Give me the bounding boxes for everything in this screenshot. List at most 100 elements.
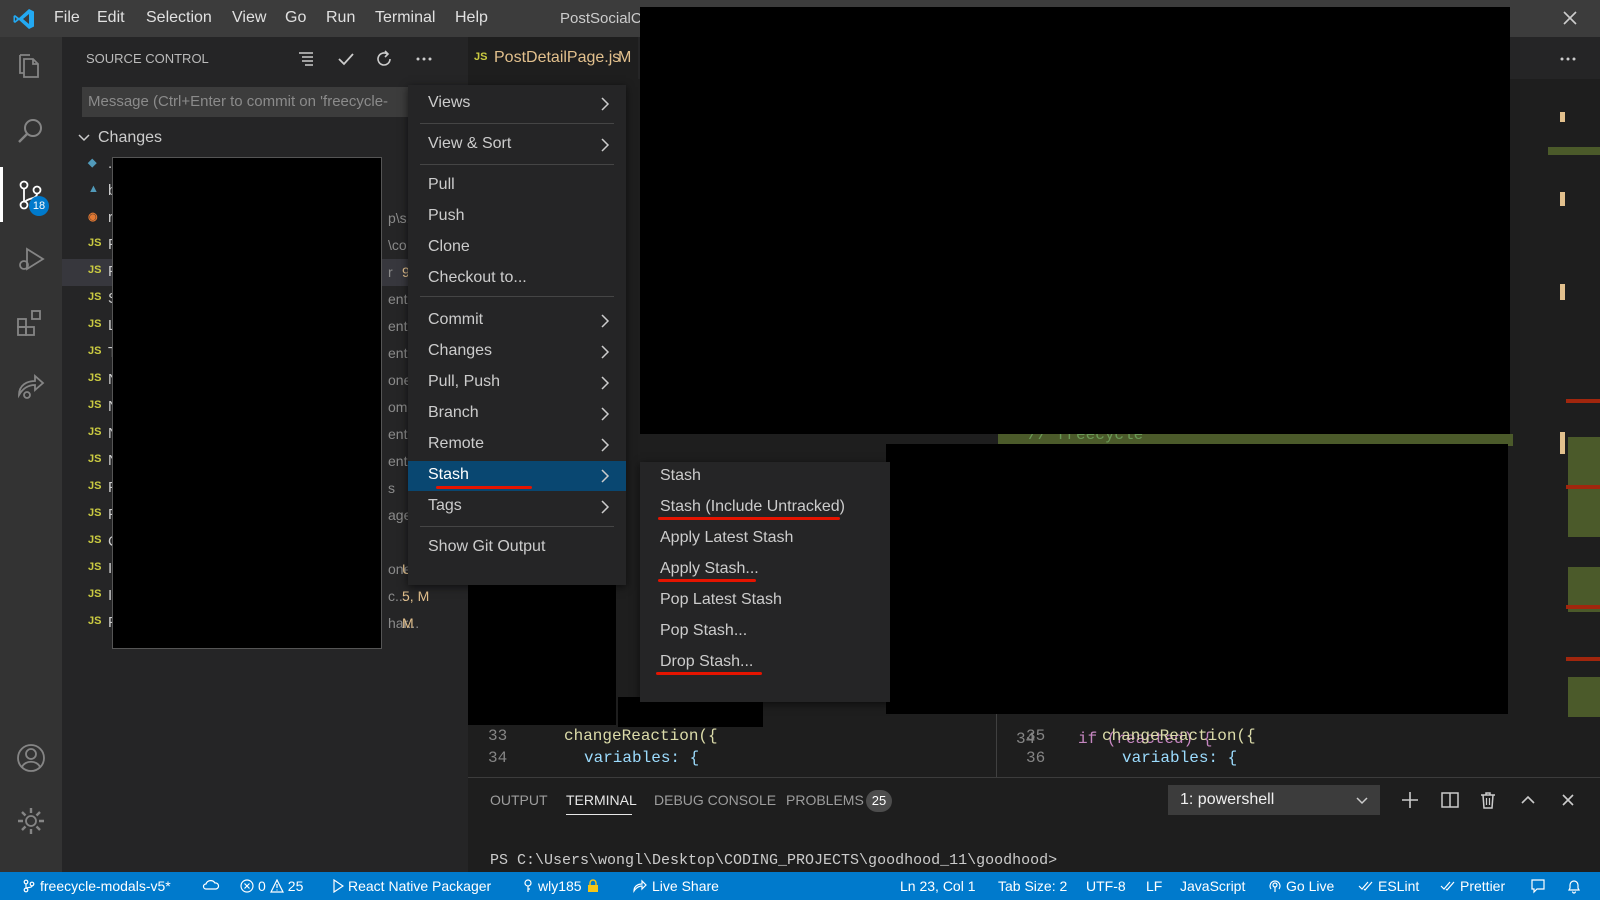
- tab-size[interactable]: Tab Size: 2: [998, 878, 1067, 894]
- view-as-tree-icon[interactable]: [296, 49, 316, 69]
- js-file-icon: JS: [88, 588, 102, 600]
- branch-indicator[interactable]: freecycle-modals-v5*: [22, 878, 171, 894]
- tab-problems[interactable]: PROBLEMS: [786, 792, 864, 808]
- file-path: r: [388, 264, 393, 280]
- menu-terminal[interactable]: Terminal: [375, 9, 435, 27]
- js-file-icon: JS: [88, 399, 102, 411]
- menu-item-commit[interactable]: Commit: [408, 306, 626, 336]
- status-bar: freecycle-modals-v5* 0 25 React Native P…: [0, 872, 1600, 900]
- menu-go[interactable]: Go: [285, 9, 306, 27]
- language-mode[interactable]: JavaScript: [1180, 878, 1245, 894]
- stash-menu-item-pop-stash[interactable]: Pop Stash...: [640, 617, 890, 647]
- menu-item-branch[interactable]: Branch: [408, 399, 626, 429]
- terminal-select[interactable]: 1: powershell: [1168, 785, 1380, 815]
- prettier-status[interactable]: Prettier: [1440, 878, 1505, 894]
- live-share-status[interactable]: Live Share: [632, 878, 719, 894]
- stash-menu-item-apply-latest-stash[interactable]: Apply Latest Stash: [640, 524, 890, 554]
- search-icon[interactable]: [15, 115, 47, 147]
- broadcast-icon: [1269, 880, 1281, 892]
- tab-terminal[interactable]: TERMINAL: [566, 792, 637, 808]
- menu-item-pull[interactable]: Pull: [408, 171, 626, 201]
- sync-cloud-icon[interactable]: [202, 878, 220, 892]
- react-native-packager[interactable]: React Native Packager: [332, 878, 491, 894]
- editor-more-actions-icon[interactable]: [1558, 49, 1578, 69]
- chevron-right-icon: [601, 314, 610, 328]
- menu-file[interactable]: File: [54, 9, 80, 27]
- refresh-icon[interactable]: [374, 49, 394, 69]
- menu-item-label: Checkout to...: [428, 269, 527, 286]
- run-debug-icon[interactable]: [15, 243, 47, 275]
- menu-item-remote[interactable]: Remote: [408, 430, 626, 460]
- file-path: s: [388, 480, 395, 496]
- menu-selection[interactable]: Selection: [146, 9, 212, 27]
- chevron-right-icon: [601, 97, 610, 111]
- end-of-line[interactable]: LF: [1146, 878, 1162, 894]
- new-terminal-icon[interactable]: [1400, 790, 1420, 810]
- tab-debug-console[interactable]: DEBUG CONSOLE: [654, 792, 776, 808]
- stash-menu-item-pop-latest-stash[interactable]: Pop Latest Stash: [640, 586, 890, 616]
- file-type-icon: ◉: [88, 211, 98, 223]
- feedback-icon[interactable]: [1530, 878, 1546, 894]
- editor-tab[interactable]: JS PostDetailPage.js M: [468, 37, 638, 79]
- menu-run[interactable]: Run: [326, 9, 355, 27]
- extensions-icon[interactable]: [15, 307, 47, 339]
- menu-edit[interactable]: Edit: [97, 9, 125, 27]
- problems-indicator[interactable]: 0 25: [240, 878, 303, 894]
- menu-item-label: Drop Stash...: [660, 653, 754, 670]
- menu-item-clone[interactable]: Clone: [408, 233, 626, 263]
- active-tab-indicator: [566, 814, 632, 815]
- stash-menu-item-stash[interactable]: Stash: [640, 462, 890, 492]
- commit-message-input[interactable]: Message (Ctrl+Enter to commit on 'freecy…: [82, 87, 412, 117]
- maximize-panel-icon[interactable]: [1518, 790, 1538, 810]
- minimap[interactable]: [1513, 79, 1600, 777]
- menu-item-pull-push[interactable]: Pull, Push: [408, 368, 626, 398]
- source-control-icon[interactable]: 18: [15, 179, 49, 216]
- menu-item-checkout-to[interactable]: Checkout to...: [408, 264, 626, 294]
- js-file-icon: JS: [88, 345, 102, 357]
- terminal-prompt[interactable]: PS C:\Users\wongl\Desktop\CODING_PROJECT…: [490, 852, 1057, 869]
- user-account[interactable]: wly185: [522, 878, 600, 894]
- menu-item-tags[interactable]: Tags: [408, 492, 626, 522]
- warning-count: 25: [287, 878, 304, 894]
- accounts-icon[interactable]: [15, 742, 47, 774]
- split-terminal-icon[interactable]: [1440, 790, 1460, 810]
- menu-item-view-sort[interactable]: View & Sort: [408, 130, 626, 160]
- menu-item-changes[interactable]: Changes: [408, 337, 626, 367]
- menu-separator: [420, 296, 614, 297]
- chevron-down-icon[interactable]: [76, 129, 92, 145]
- notifications-bell-icon[interactable]: [1566, 878, 1582, 894]
- red-underline-annotation: [656, 672, 762, 675]
- eslint-status[interactable]: ESLint: [1358, 878, 1419, 894]
- menu-item-push[interactable]: Push: [408, 202, 626, 232]
- settings-gear-icon[interactable]: [15, 805, 47, 837]
- js-file-icon: JS: [88, 480, 102, 492]
- menu-item-show-git-output[interactable]: Show Git Output: [408, 533, 626, 563]
- js-file-icon: JS: [88, 561, 102, 573]
- menu-item-label: Commit: [428, 311, 484, 328]
- packager-label: React Native Packager: [348, 878, 492, 894]
- activity-bar: 18: [0, 37, 62, 872]
- close-window-icon[interactable]: [1560, 8, 1580, 28]
- live-share-arrow-icon: [633, 879, 647, 893]
- menu-item-views[interactable]: Views: [408, 89, 626, 119]
- go-live-button[interactable]: Go Live: [1268, 878, 1334, 894]
- encoding[interactable]: UTF-8: [1086, 878, 1126, 894]
- menu-view[interactable]: View: [232, 9, 266, 27]
- chevron-right-icon: [601, 500, 610, 514]
- tab-modified-badge: M: [618, 49, 632, 66]
- trash-icon[interactable]: [1478, 790, 1498, 810]
- close-panel-icon[interactable]: [1558, 790, 1578, 810]
- changes-group-label[interactable]: Changes: [98, 129, 162, 147]
- menu-help[interactable]: Help: [455, 9, 488, 27]
- cursor-position[interactable]: Ln 23, Col 1: [900, 878, 976, 894]
- more-actions-icon[interactable]: [414, 49, 434, 69]
- tab-output[interactable]: OUTPUT: [490, 792, 548, 808]
- redacted-region: [468, 565, 616, 725]
- tab-filename: PostDetailPage.js: [494, 49, 621, 66]
- menu-item-label: Branch: [428, 404, 479, 421]
- explorer-icon[interactable]: [15, 51, 47, 83]
- live-share-icon[interactable]: [15, 371, 47, 403]
- js-file-icon: JS: [88, 291, 102, 303]
- menu-item-label: Stash (Include Untracked): [660, 498, 845, 515]
- commit-check-icon[interactable]: [336, 49, 356, 69]
